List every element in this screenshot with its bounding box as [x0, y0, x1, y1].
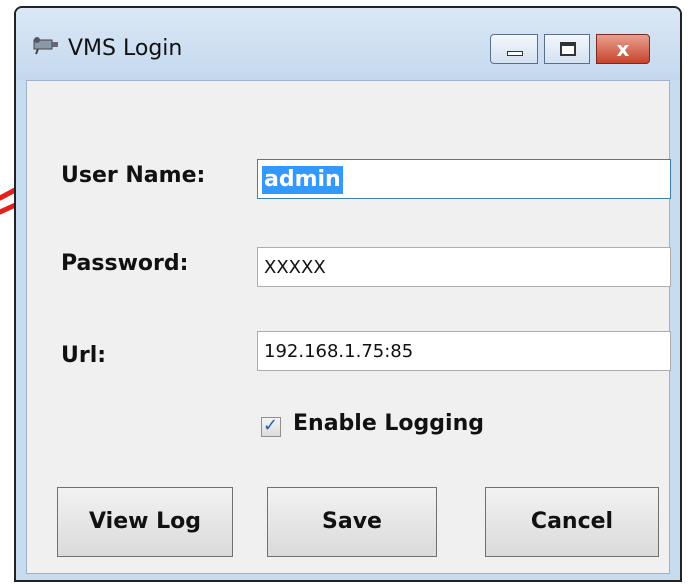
- password-value: XXXXX: [264, 257, 326, 278]
- dialog-body: User Name: admin Password: XXXXX Url: 19…: [26, 80, 671, 574]
- password-label: Password:: [61, 251, 189, 276]
- screen: VMS Login x User Name: admin Password: X…: [0, 0, 700, 584]
- checkmark-icon: ✓: [263, 415, 279, 436]
- minimize-icon: [507, 51, 523, 56]
- cancel-button[interactable]: Cancel: [485, 487, 659, 557]
- username-input[interactable]: admin: [257, 159, 671, 199]
- minimize-button[interactable]: [490, 34, 538, 64]
- window-title: VMS Login: [68, 36, 183, 61]
- url-input[interactable]: 192.168.1.75:85: [257, 331, 671, 371]
- view-log-button[interactable]: View Log: [57, 487, 233, 557]
- enable-logging-label[interactable]: Enable Logging: [293, 411, 484, 436]
- password-input[interactable]: XXXXX: [257, 247, 671, 287]
- close-button[interactable]: x: [596, 34, 650, 64]
- username-value: admin: [262, 166, 343, 194]
- url-label: Url:: [61, 343, 107, 368]
- maximize-button[interactable]: [544, 34, 590, 64]
- url-value: 192.168.1.75:85: [264, 341, 414, 362]
- login-window: VMS Login x User Name: admin Password: X…: [14, 6, 682, 582]
- save-button[interactable]: Save: [267, 487, 437, 557]
- title-bar[interactable]: VMS Login x: [16, 8, 680, 80]
- close-icon: x: [616, 37, 630, 61]
- maximize-icon: [560, 42, 576, 56]
- username-label: User Name:: [61, 163, 206, 188]
- camera-icon: [33, 37, 58, 55]
- caption-buttons: x: [490, 34, 670, 68]
- enable-logging-checkbox[interactable]: ✓: [261, 415, 281, 437]
